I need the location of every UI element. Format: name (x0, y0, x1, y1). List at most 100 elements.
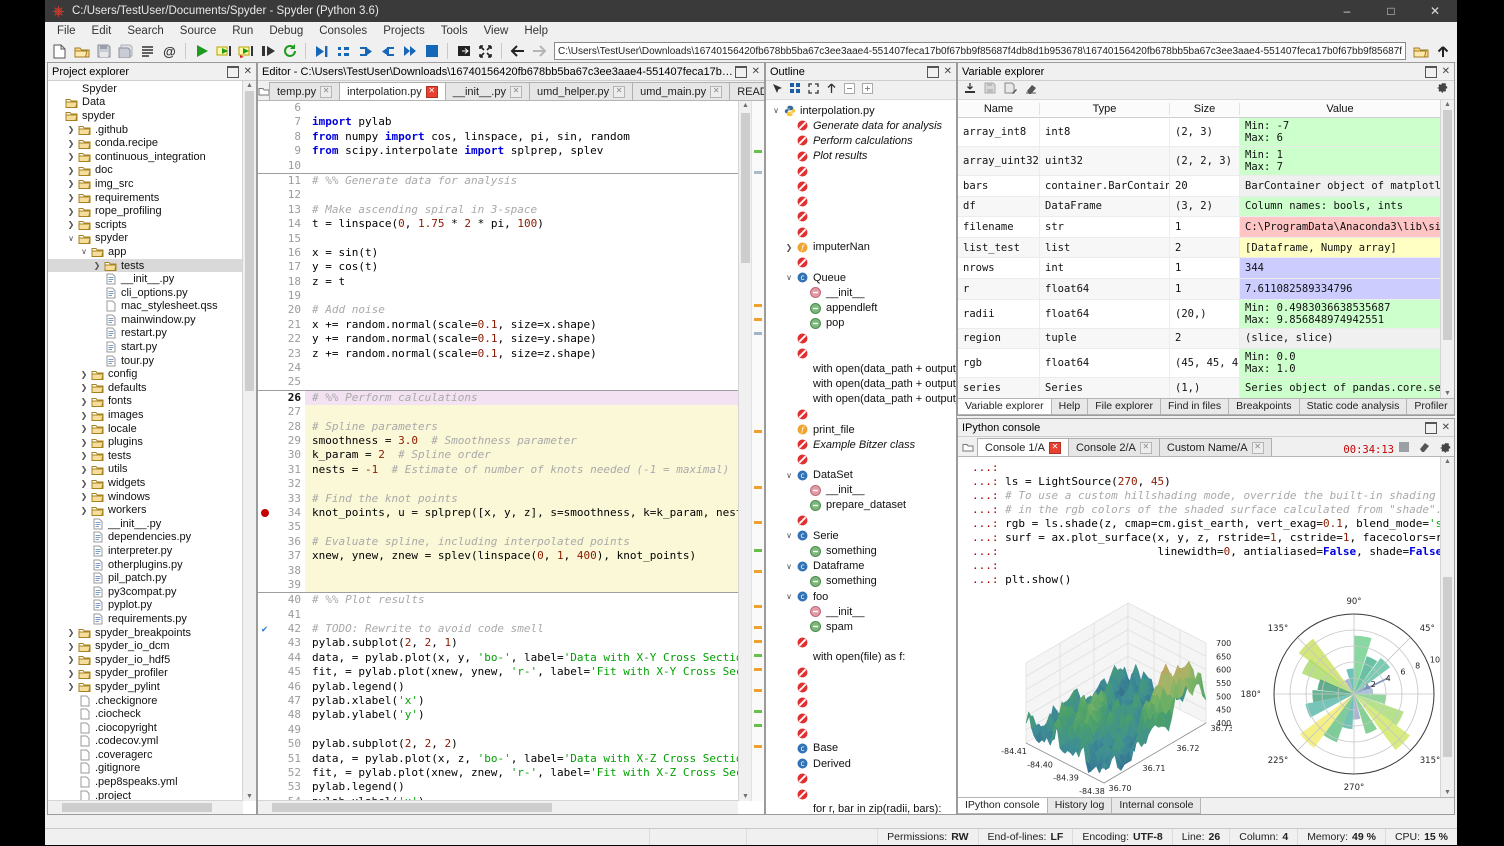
project-tree-item[interactable]: ∨app (48, 245, 243, 259)
code-line-10[interactable]: 10 (258, 159, 738, 173)
console-options-gear-icon[interactable] (1434, 438, 1454, 456)
editor-tab--init-py[interactable]: __init__.py✕ (445, 82, 530, 100)
expand-all-icon[interactable] (862, 81, 873, 99)
project-tree-item[interactable]: ❯spyder_pylint (48, 680, 243, 694)
code-line-49[interactable]: 49 (258, 723, 738, 737)
code-line-25[interactable]: 25 (258, 375, 738, 389)
chevron-right-icon[interactable]: ❯ (78, 492, 90, 501)
code-line-34[interactable]: 34knot_points, u = splprep([x, y, z], s=… (258, 506, 738, 520)
outline-item[interactable] (766, 179, 956, 194)
outline-item[interactable]: something (766, 574, 956, 589)
project-tree-item[interactable]: ∨spyder (48, 232, 243, 246)
code-line-17[interactable]: 17y = cos(t) (258, 260, 738, 274)
table-row-bars[interactable]: barscontainer.BarContainer20BarContainer… (958, 176, 1441, 197)
code-line-13[interactable]: 13# Make ascending spiral in 3-space (258, 203, 738, 217)
outline-item[interactable] (766, 225, 956, 240)
chevron-down-icon[interactable]: ∨ (783, 471, 795, 480)
project-tree-item[interactable]: restart.py (48, 327, 243, 341)
outline-item[interactable]: for r, bar in zip(radii, bars): (766, 802, 956, 814)
chevron-down-icon[interactable]: ∨ (783, 531, 795, 540)
close-tab-icon[interactable]: ✕ (613, 86, 625, 98)
chevron-right-icon[interactable]: ❯ (65, 152, 77, 161)
project-tree-item[interactable]: ❯rope_profiling (48, 204, 243, 218)
project-tree-item[interactable]: pil_patch.py (48, 571, 243, 585)
outline-item[interactable]: ∨interpolation.py (766, 103, 956, 118)
code-line-36[interactable]: 36# Evaluate spline, including interpola… (258, 535, 738, 549)
code-line-43[interactable]: 43pylab.subplot(2, 2, 1) (258, 636, 738, 650)
project-tree-item[interactable]: ❯continuous_integration (48, 150, 243, 164)
outline-item[interactable]: ∨cDataSet (766, 468, 956, 483)
editor-tab-readme-md[interactable]: README.md✕ (729, 82, 765, 100)
chevron-down-icon[interactable]: ∨ (783, 273, 795, 282)
console-tab-console-2-a[interactable]: Console 2/A✕ (1068, 438, 1160, 456)
outline-item[interactable]: something (766, 543, 956, 558)
project-tree-item[interactable]: .ciocheck (48, 707, 243, 721)
project-tree-item[interactable]: ❯img_src (48, 177, 243, 191)
code-line-33[interactable]: 33# Find the knot points (258, 492, 738, 506)
project-tree-item[interactable]: ❯conda.recipe (48, 136, 243, 150)
code-line-44[interactable]: 44data, = pylab.plot(x, y, 'bo-', label=… (258, 651, 738, 665)
project-tree-item[interactable]: .ciocopyright (48, 721, 243, 735)
pane-tab-breakpoints[interactable]: Breakpoints (1228, 399, 1299, 415)
chevron-down-icon[interactable]: ∨ (783, 592, 795, 601)
code-line-35[interactable]: 35 (258, 520, 738, 534)
project-tree-item[interactable]: ❯config (48, 367, 243, 381)
menu-tools[interactable]: Tools (433, 25, 476, 37)
menu-search[interactable]: Search (119, 25, 171, 37)
code-line-50[interactable]: 50pylab.subplot(2, 2, 2) (258, 737, 738, 751)
project-tree-item[interactable]: .codecov.yml (48, 735, 243, 749)
outline-item[interactable]: spam (766, 619, 956, 634)
table-row-df[interactable]: dfDataFrame(3, 2)Column names: bools, in… (958, 197, 1441, 218)
debug-stop-icon[interactable] (421, 42, 442, 61)
debug-file-icon[interactable] (311, 42, 332, 61)
chevron-down-icon[interactable]: ∨ (65, 234, 77, 243)
outline-item[interactable]: Plot results (766, 149, 956, 164)
console-output[interactable]: ...:...: ls = LightSource(270, 45)...: #… (958, 457, 1441, 797)
editor-vscrollbar[interactable]: ▲▼ (738, 101, 752, 801)
editor-tab-temp-py[interactable]: temp.py✕ (269, 82, 340, 100)
table-row-list_test[interactable]: list_testlist2[Dataframe, Numpy array] (958, 238, 1441, 259)
outline-item[interactable]: prepare_dataset (766, 498, 956, 513)
code-line-8[interactable]: 8from numpy import cos, linspace, pi, si… (258, 130, 738, 144)
project-tree-item[interactable]: .checkignore (48, 694, 243, 708)
code-line-37[interactable]: 37xnew, ynew, znew = splev(linspace(0, 1… (258, 549, 738, 563)
outline-item[interactable] (766, 164, 956, 179)
maximize-pane-icon[interactable] (453, 42, 474, 61)
project-tree-item[interactable]: interpreter.py (48, 544, 243, 558)
outline-item[interactable]: Example Bitzer class (766, 437, 956, 452)
project-tree-vscrollbar[interactable]: ▲▼ (242, 81, 256, 801)
collapse-all-icon[interactable] (844, 81, 855, 99)
undock-icon[interactable] (1425, 66, 1437, 78)
code-line-16[interactable]: 16x = sin(t) (258, 246, 738, 260)
close-tab-icon[interactable]: ✕ (426, 86, 438, 98)
outline-item[interactable]: __init__ (766, 285, 956, 300)
project-tree-item[interactable]: ❯spyder_io_dcm (48, 639, 243, 653)
project-tree-item[interactable]: ❯doc (48, 164, 243, 178)
code-line-21[interactable]: 21x += random.normal(scale=0.1, size=x.s… (258, 318, 738, 332)
new-file-icon[interactable] (49, 42, 70, 61)
outline-item[interactable]: with open(data_path + output_file_n... (766, 392, 956, 407)
outline-item[interactable]: with open(data_path + output_file_n... (766, 376, 956, 391)
debug-continue-icon[interactable] (399, 42, 420, 61)
chevron-right-icon[interactable]: ❯ (78, 397, 90, 406)
open-file-icon[interactable] (71, 42, 92, 61)
project-tree-item[interactable]: ❯spyder_profiler (48, 667, 243, 681)
stop-console-icon[interactable] (1394, 438, 1414, 456)
chevron-right-icon[interactable]: ❯ (65, 682, 77, 691)
project-tree-item[interactable]: ❯defaults (48, 381, 243, 395)
debug-step-out-icon[interactable] (377, 42, 398, 61)
pane-tab-file-explorer[interactable]: File explorer (1087, 399, 1161, 415)
menu-source[interactable]: Source (172, 25, 224, 37)
table-row-array_uint32[interactable]: array_uint32uint32(2, 2, 3)Min: 1Max: 7 (958, 147, 1441, 176)
code-line-24[interactable]: 24 (258, 361, 738, 375)
column-header-value[interactable]: Value (1240, 103, 1441, 115)
outline-item[interactable] (766, 695, 956, 710)
menu-run[interactable]: Run (224, 25, 261, 37)
code-line-7[interactable]: 7import pylab (258, 115, 738, 129)
outline-item[interactable] (766, 331, 956, 346)
project-tree-item[interactable]: ❯windows (48, 490, 243, 504)
outline-item[interactable] (766, 635, 956, 650)
minimize-button[interactable]: – (1325, 0, 1369, 22)
pane-tab-help[interactable]: Help (1051, 399, 1089, 415)
code-line-12[interactable]: 12 (258, 188, 738, 202)
